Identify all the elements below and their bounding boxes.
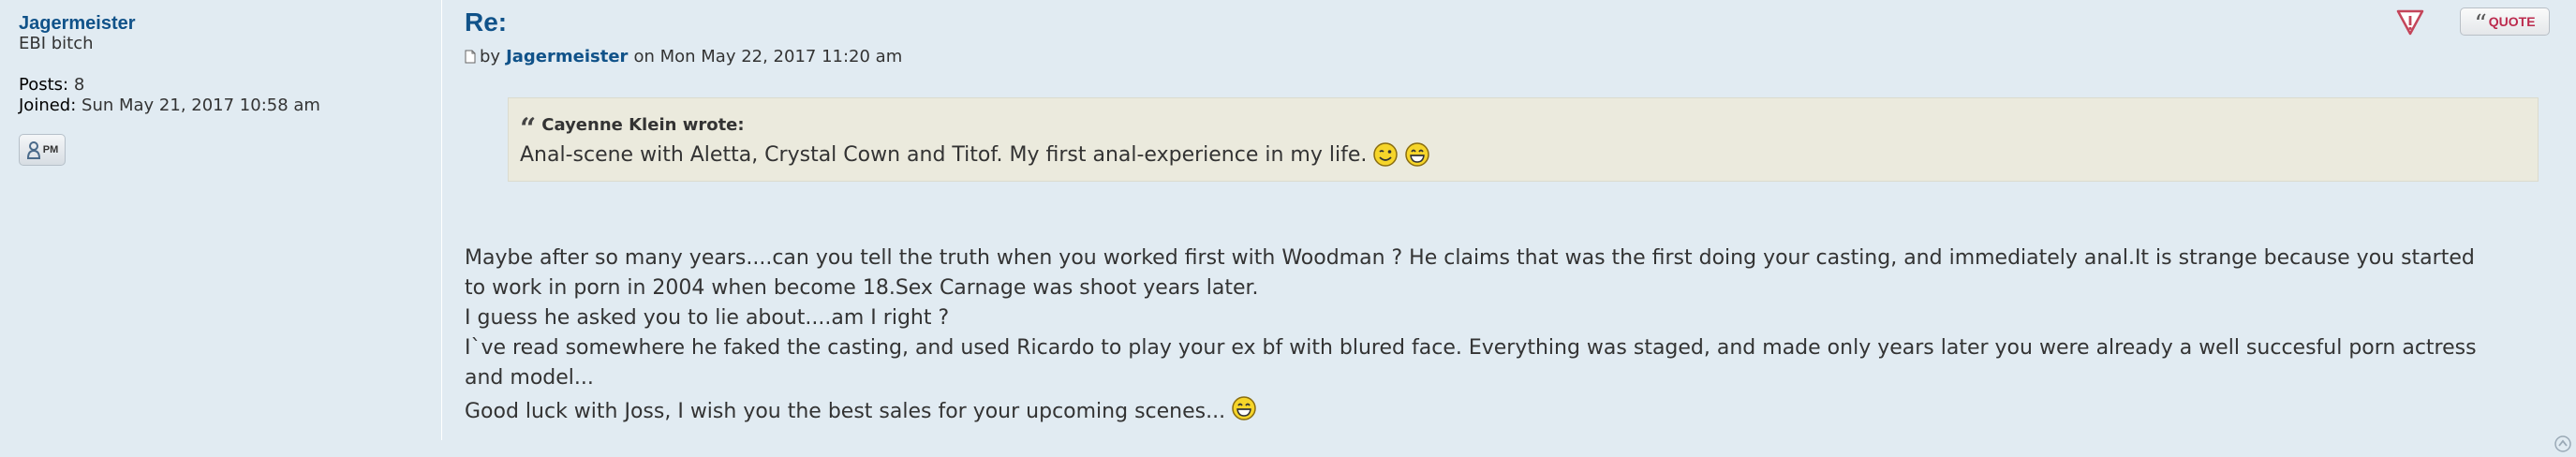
quote-button[interactable]: “ QUOTE bbox=[2460, 7, 2550, 38]
report-button[interactable] bbox=[2394, 6, 2426, 37]
author-posts: Posts: 8 bbox=[19, 75, 84, 95]
pm-button[interactable]: PM bbox=[19, 134, 66, 166]
quote-button-label: QUOTE bbox=[2488, 14, 2536, 29]
post-body: Re: by Jagermeister on Mon May 22, 2017 … bbox=[450, 0, 2557, 440]
message-line: and model... bbox=[465, 366, 594, 390]
pm-icon bbox=[26, 141, 40, 159]
quote-text-line: Anal-scene with Aletta, Crystal Cown and… bbox=[520, 141, 1430, 168]
joined-label: Joined: bbox=[19, 96, 77, 115]
back-to-top-icon[interactable] bbox=[2554, 435, 2572, 453]
forum-post: Jagermeister EBI bitch Posts: 8 Joined: … bbox=[0, 0, 2576, 457]
author-rank: EBI bitch bbox=[19, 34, 94, 53]
document-icon[interactable] bbox=[465, 50, 476, 64]
by-prefix: by bbox=[480, 47, 501, 66]
post-date: on Mon May 22, 2017 11:20 am bbox=[633, 47, 903, 66]
message-line: I guess he asked you to lie about....am … bbox=[465, 306, 950, 330]
quote-cite: “ Cayenne Klein wrote: bbox=[520, 111, 745, 145]
message-line: I`ve read somewhere he faked the casting… bbox=[465, 336, 2477, 360]
joined-value: Sun May 21, 2017 10:58 am bbox=[81, 96, 320, 115]
laugh-smiley-icon bbox=[1405, 142, 1430, 167]
posts-value: 8 bbox=[73, 75, 85, 95]
quote-text: Anal-scene with Aletta, Crystal Cown and… bbox=[520, 142, 1368, 167]
report-icon bbox=[2396, 9, 2424, 36]
post-author-link[interactable]: Jagermeister bbox=[506, 47, 628, 66]
quote-block: “ Cayenne Klein wrote: Anal-scene with A… bbox=[508, 97, 2539, 182]
message-text: Good luck with Joss, I wish you the best… bbox=[465, 400, 1226, 423]
author-joined: Joined: Sun May 21, 2017 10:58 am bbox=[19, 96, 320, 115]
laugh-smiley-icon bbox=[1232, 395, 1256, 420]
message-line-last: Good luck with Joss, I wish you the best… bbox=[465, 395, 2554, 426]
posts-label: Posts: bbox=[19, 75, 69, 95]
post-profile: Jagermeister EBI bitch Posts: 8 Joined: … bbox=[0, 0, 442, 440]
pm-label: PM bbox=[42, 144, 59, 155]
quote-icon: “ bbox=[2474, 10, 2487, 38]
post-author-line: by Jagermeister on Mon May 22, 2017 11:2… bbox=[465, 47, 902, 66]
wink-smiley-icon bbox=[1373, 142, 1399, 167]
quote-mark-icon: “ bbox=[520, 112, 537, 145]
message-line: Maybe after so many years....can you tel… bbox=[465, 246, 2475, 270]
post-title[interactable]: Re: bbox=[465, 7, 507, 37]
message-line: to work in porn in 2004 when become 18.S… bbox=[465, 276, 1259, 300]
author-name-link[interactable]: Jagermeister bbox=[19, 13, 136, 35]
quote-cite-text: Cayenne Klein wrote: bbox=[541, 114, 745, 135]
